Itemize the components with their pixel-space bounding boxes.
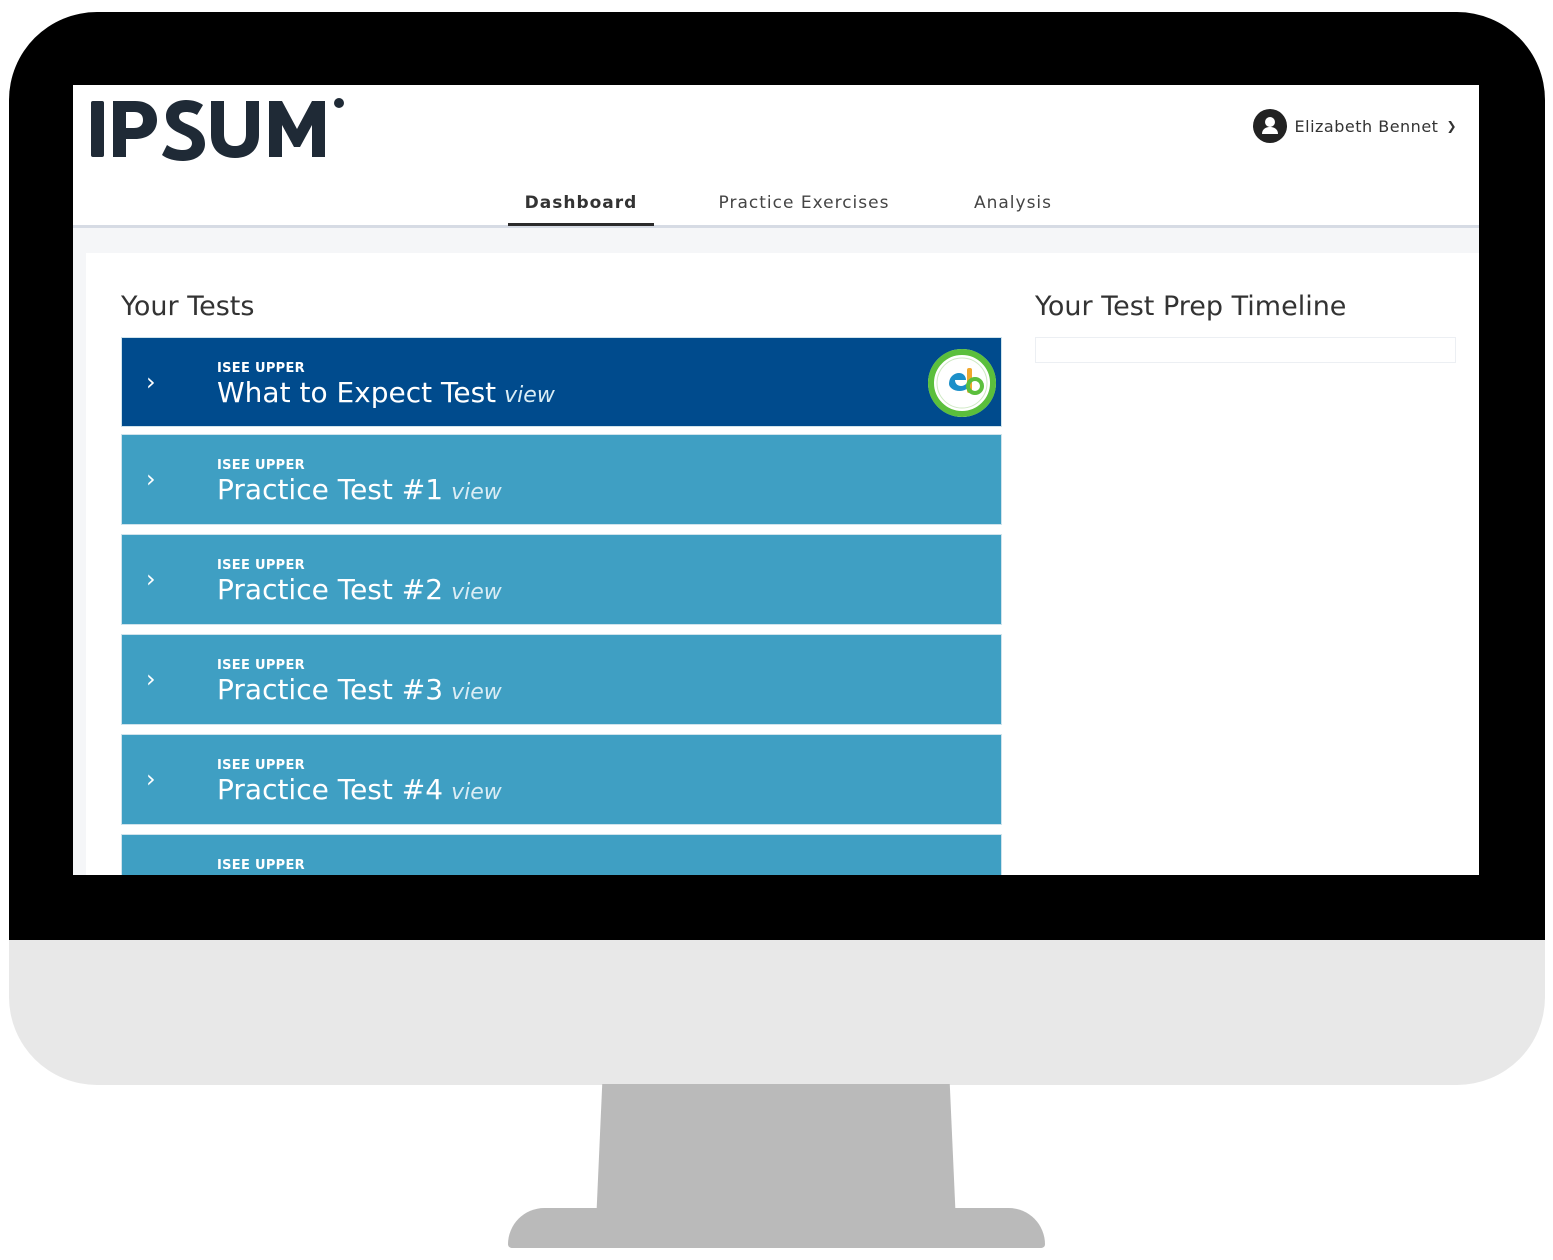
tab-practice-exercises[interactable]: Practice Exercises (703, 180, 905, 226)
test-row-partial[interactable]: ISEE UPPER (121, 834, 1002, 875)
chevron-down-icon: ❯ (1446, 119, 1457, 133)
test-kicker: ISEE UPPER (217, 558, 305, 573)
test-name: What to Expect Test view (217, 376, 555, 409)
app-screen: Elizabeth Bennet ❯ Dashboard Practice Ex… (73, 85, 1479, 875)
view-link[interactable]: view (504, 383, 555, 408)
test-kicker: ISEE UPPER (217, 458, 305, 473)
test-name: Practice Test #4 view (217, 773, 502, 806)
monitor-stand-foot (508, 1208, 1045, 1248)
monitor-chin (9, 940, 1545, 1085)
view-link[interactable]: view (451, 780, 502, 805)
test-kicker: ISEE UPPER (217, 361, 305, 376)
test-row-practice-4[interactable]: › ISEE UPPER Practice Test #4 view (121, 734, 1002, 825)
tab-analysis[interactable]: Analysis (963, 180, 1063, 226)
test-name: Practice Test #3 view (217, 673, 502, 706)
test-kicker: ISEE UPPER (217, 858, 305, 873)
test-name: Practice Test #1 view (217, 473, 502, 506)
main-nav: Dashboard Practice Exercises Analysis (73, 180, 1479, 228)
user-avatar-icon (1252, 109, 1287, 143)
timeline-panel (1035, 337, 1456, 363)
chevron-right-icon: › (146, 565, 156, 593)
view-link[interactable]: view (451, 480, 502, 505)
tab-dashboard[interactable]: Dashboard (508, 180, 654, 226)
chevron-right-icon: › (146, 765, 156, 793)
test-row-practice-3[interactable]: › ISEE UPPER Practice Test #3 view (121, 634, 1002, 725)
chevron-right-icon: › (146, 665, 156, 693)
test-kicker: ISEE UPPER (217, 658, 305, 673)
dashboard-content: Your Tests Your Test Prep Timeline › ISE… (86, 253, 1479, 875)
header: Elizabeth Bennet ❯ Dashboard Practice Ex… (73, 85, 1479, 228)
timeline-title: Your Test Prep Timeline (1035, 291, 1347, 322)
erb-partner-badge-icon (928, 349, 996, 417)
view-link[interactable]: view (451, 680, 502, 705)
user-name: Elizabeth Bennet (1294, 116, 1439, 136)
test-row-practice-2[interactable]: › ISEE UPPER Practice Test #2 view (121, 534, 1002, 625)
chevron-right-icon: › (146, 368, 156, 396)
test-row-practice-1[interactable]: › ISEE UPPER Practice Test #1 view (121, 434, 1002, 525)
test-row-what-to-expect[interactable]: › ISEE UPPER What to Expect Test view (121, 337, 1002, 427)
user-menu[interactable]: Elizabeth Bennet ❯ (1252, 109, 1457, 143)
test-kicker: ISEE UPPER (217, 758, 305, 773)
test-list: › ISEE UPPER What to Expect Test view › I… (121, 337, 1002, 875)
test-name: Practice Test #2 view (217, 573, 502, 606)
chevron-right-icon: › (146, 465, 156, 493)
ipsum-logo[interactable] (89, 97, 349, 161)
your-tests-title: Your Tests (121, 291, 255, 322)
view-link[interactable]: view (451, 580, 502, 605)
